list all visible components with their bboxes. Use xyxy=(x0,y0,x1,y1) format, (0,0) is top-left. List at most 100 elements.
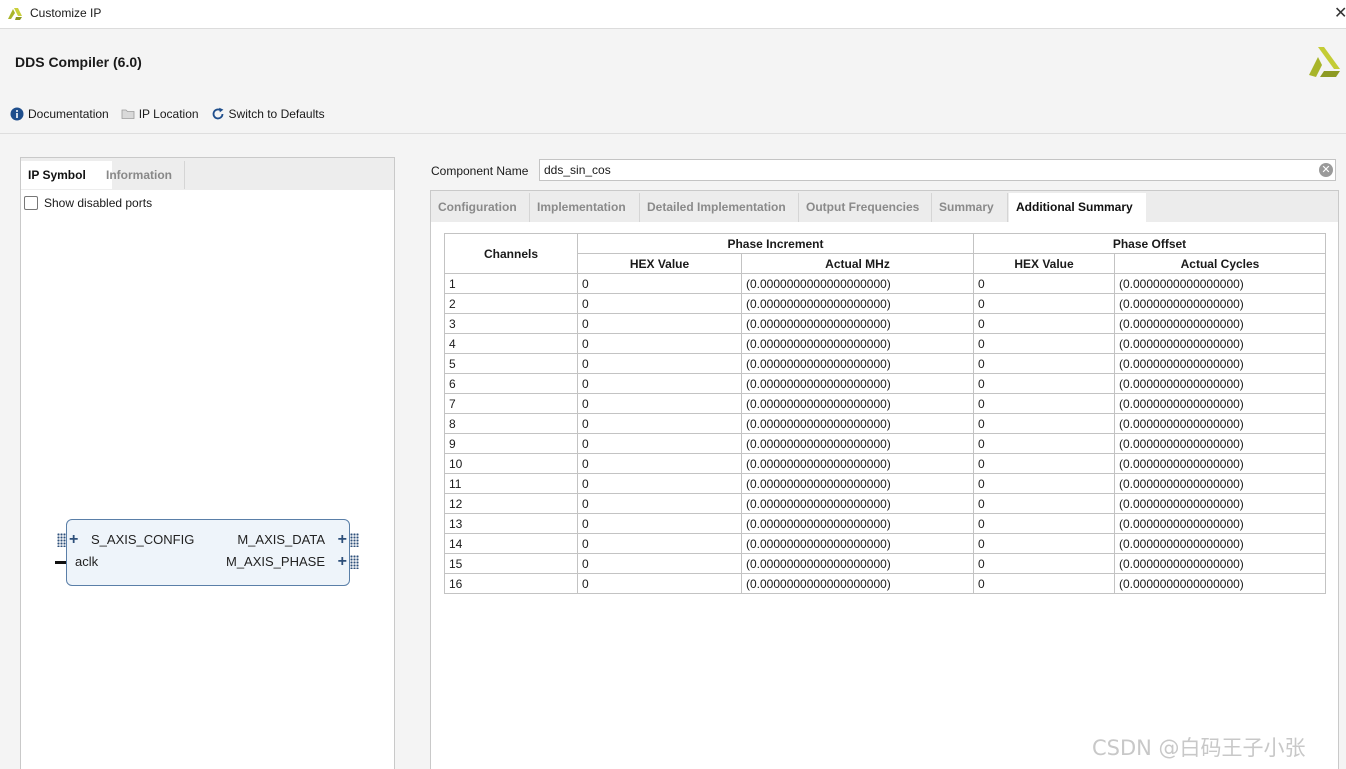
vivado-logo-icon xyxy=(8,8,22,20)
table-row: 14 0 (0.0000000000000000000) 0 (0.0000000000… xyxy=(444,533,1326,554)
documentation-button[interactable]: Documentation xyxy=(10,107,109,121)
xilinx-logo-icon xyxy=(1309,47,1340,77)
table-cell: 0 xyxy=(577,313,742,334)
table-cell: (0.0000000000000000000) xyxy=(741,313,974,334)
pinc-mhz-header: Actual MHz xyxy=(741,253,974,274)
table-cell: 0 xyxy=(973,393,1115,414)
table-cell: 4 xyxy=(444,333,578,354)
table-cell: (0.0000000000000000000) xyxy=(741,413,974,434)
tab-output-frequencies[interactable]: Output Frequencies xyxy=(799,193,932,222)
show-disabled-ports-row[interactable]: Show disabled ports xyxy=(24,196,152,210)
ip-location-button[interactable]: IP Location xyxy=(121,107,199,121)
table-cell: 14 xyxy=(444,533,578,554)
table-row: 12 0 (0.0000000000000000000) 0 (0.0000000000… xyxy=(444,493,1326,514)
table-cell: (0.0000000000000000) xyxy=(1114,473,1326,494)
summary-table-body: 1 0 (0.0000000000000000000) 0 (0.00000000000… xyxy=(444,273,1326,594)
table-cell: 0 xyxy=(577,433,742,454)
table-cell: 0 xyxy=(577,373,742,394)
close-icon[interactable]: ✕ xyxy=(1334,3,1346,23)
table-row: 1 0 (0.0000000000000000000) 0 (0.00000000000… xyxy=(444,273,1326,294)
table-cell: 10 xyxy=(444,453,578,474)
table-cell: (0.0000000000000000) xyxy=(1114,433,1326,454)
table-cell: (0.0000000000000000) xyxy=(1114,373,1326,394)
port-aclk: aclk xyxy=(75,554,99,569)
table-cell: 0 xyxy=(973,513,1115,534)
table-cell: (0.0000000000000000) xyxy=(1114,453,1326,474)
config-panel: Configuration Implementation Detailed Im… xyxy=(430,190,1339,769)
table-cell: (0.0000000000000000000) xyxy=(741,373,974,394)
documentation-label: Documentation xyxy=(28,107,109,121)
m-axis-data-expand-icon[interactable]: + xyxy=(338,532,347,548)
table-cell: 0 xyxy=(577,273,742,294)
table-cell: 15 xyxy=(444,553,578,574)
table-cell: (0.0000000000000000) xyxy=(1114,353,1326,374)
table-row: 7 0 (0.0000000000000000000) 0 (0.00000000000… xyxy=(444,393,1326,414)
table-cell: 0 xyxy=(577,513,742,534)
tab-detailed-implementation[interactable]: Detailed Implementation xyxy=(640,193,799,222)
table-row: 9 0 (0.0000000000000000000) 0 (0.00000000000… xyxy=(444,433,1326,454)
m-axis-phase-expand-icon[interactable]: + xyxy=(338,554,347,570)
table-cell: (0.0000000000000000000) xyxy=(741,553,974,574)
refresh-icon xyxy=(212,107,223,120)
show-disabled-ports-checkbox[interactable] xyxy=(24,196,38,210)
table-cell: (0.0000000000000000) xyxy=(1114,573,1326,594)
table-cell: (0.0000000000000000) xyxy=(1114,513,1326,534)
component-name-input[interactable]: dds_sin_cos xyxy=(539,159,1336,181)
table-cell: 0 xyxy=(973,333,1115,354)
table-cell: (0.0000000000000000) xyxy=(1114,553,1326,574)
table-cell: (0.0000000000000000) xyxy=(1114,413,1326,434)
table-row: 8 0 (0.0000000000000000000) 0 (0.00000000000… xyxy=(444,413,1326,434)
poff-cycles-header: Actual Cycles xyxy=(1114,253,1326,274)
table-cell: 0 xyxy=(973,533,1115,554)
table-cell: 0 xyxy=(973,553,1115,574)
table-cell: 13 xyxy=(444,513,578,534)
table-cell: (0.0000000000000000000) xyxy=(741,273,974,294)
tab-implementation[interactable]: Implementation xyxy=(530,193,640,222)
table-cell: (0.0000000000000000) xyxy=(1114,313,1326,334)
table-cell: 0 xyxy=(577,533,742,554)
table-cell: 0 xyxy=(973,273,1115,294)
table-cell: (0.0000000000000000000) xyxy=(741,533,974,554)
pinc-hex-header: HEX Value xyxy=(577,253,742,274)
table-cell: (0.0000000000000000000) xyxy=(741,433,974,454)
tab-information[interactable]: Information xyxy=(99,161,185,189)
switch-to-defaults-label: Switch to Defaults xyxy=(228,107,325,121)
tab-summary[interactable]: Summary xyxy=(932,193,1008,222)
table-cell: 0 xyxy=(973,313,1115,334)
table-cell: 0 xyxy=(577,393,742,414)
s-axis-config-expand-icon[interactable]: + xyxy=(69,532,78,548)
tab-additional-summary[interactable]: Additional Summary xyxy=(1009,193,1146,222)
table-cell: (0.0000000000000000) xyxy=(1114,493,1326,514)
port-m-axis-phase: M_AXIS_PHASE xyxy=(226,554,325,569)
ip-header: DDS Compiler (6.0) Documentation IP Loca… xyxy=(0,29,1346,134)
table-cell: 7 xyxy=(444,393,578,414)
table-cell: (0.0000000000000000000) xyxy=(741,513,974,534)
phase-increment-header: Phase Increment xyxy=(577,233,974,254)
table-cell: (0.0000000000000000000) xyxy=(741,293,974,314)
table-cell: 0 xyxy=(577,573,742,594)
table-cell: 0 xyxy=(973,293,1115,314)
table-cell: 0 xyxy=(973,473,1115,494)
table-cell: 0 xyxy=(577,353,742,374)
poff-hex-header: HEX Value xyxy=(973,253,1115,274)
clear-icon[interactable]: ✕ xyxy=(1319,163,1333,177)
table-cell: (0.0000000000000000000) xyxy=(741,353,974,374)
table-cell: (0.0000000000000000) xyxy=(1114,293,1326,314)
table-row: 3 0 (0.0000000000000000000) 0 (0.00000000000… xyxy=(444,313,1326,334)
switch-to-defaults-button[interactable]: Switch to Defaults xyxy=(211,107,325,121)
table-row: 2 0 (0.0000000000000000000) 0 (0.00000000000… xyxy=(444,293,1326,314)
table-cell: (0.0000000000000000000) xyxy=(741,393,974,414)
table-cell: 2 xyxy=(444,293,578,314)
ip-toolbar: Documentation IP Location Switch to Defa… xyxy=(10,105,337,123)
m-axis-phase-bus-icon xyxy=(350,555,359,569)
tab-configuration[interactable]: Configuration xyxy=(431,193,530,222)
table-cell: 6 xyxy=(444,373,578,394)
table-row: 4 0 (0.0000000000000000000) 0 (0.00000000000… xyxy=(444,333,1326,354)
info-icon xyxy=(10,107,24,121)
table-cell: 0 xyxy=(973,433,1115,454)
component-name-label: Component Name xyxy=(431,164,529,178)
table-cell: 0 xyxy=(577,453,742,474)
table-cell: (0.0000000000000000) xyxy=(1114,533,1326,554)
table-row: 10 0 (0.0000000000000000000) 0 (0.0000000000… xyxy=(444,453,1326,474)
table-cell: 0 xyxy=(973,373,1115,394)
